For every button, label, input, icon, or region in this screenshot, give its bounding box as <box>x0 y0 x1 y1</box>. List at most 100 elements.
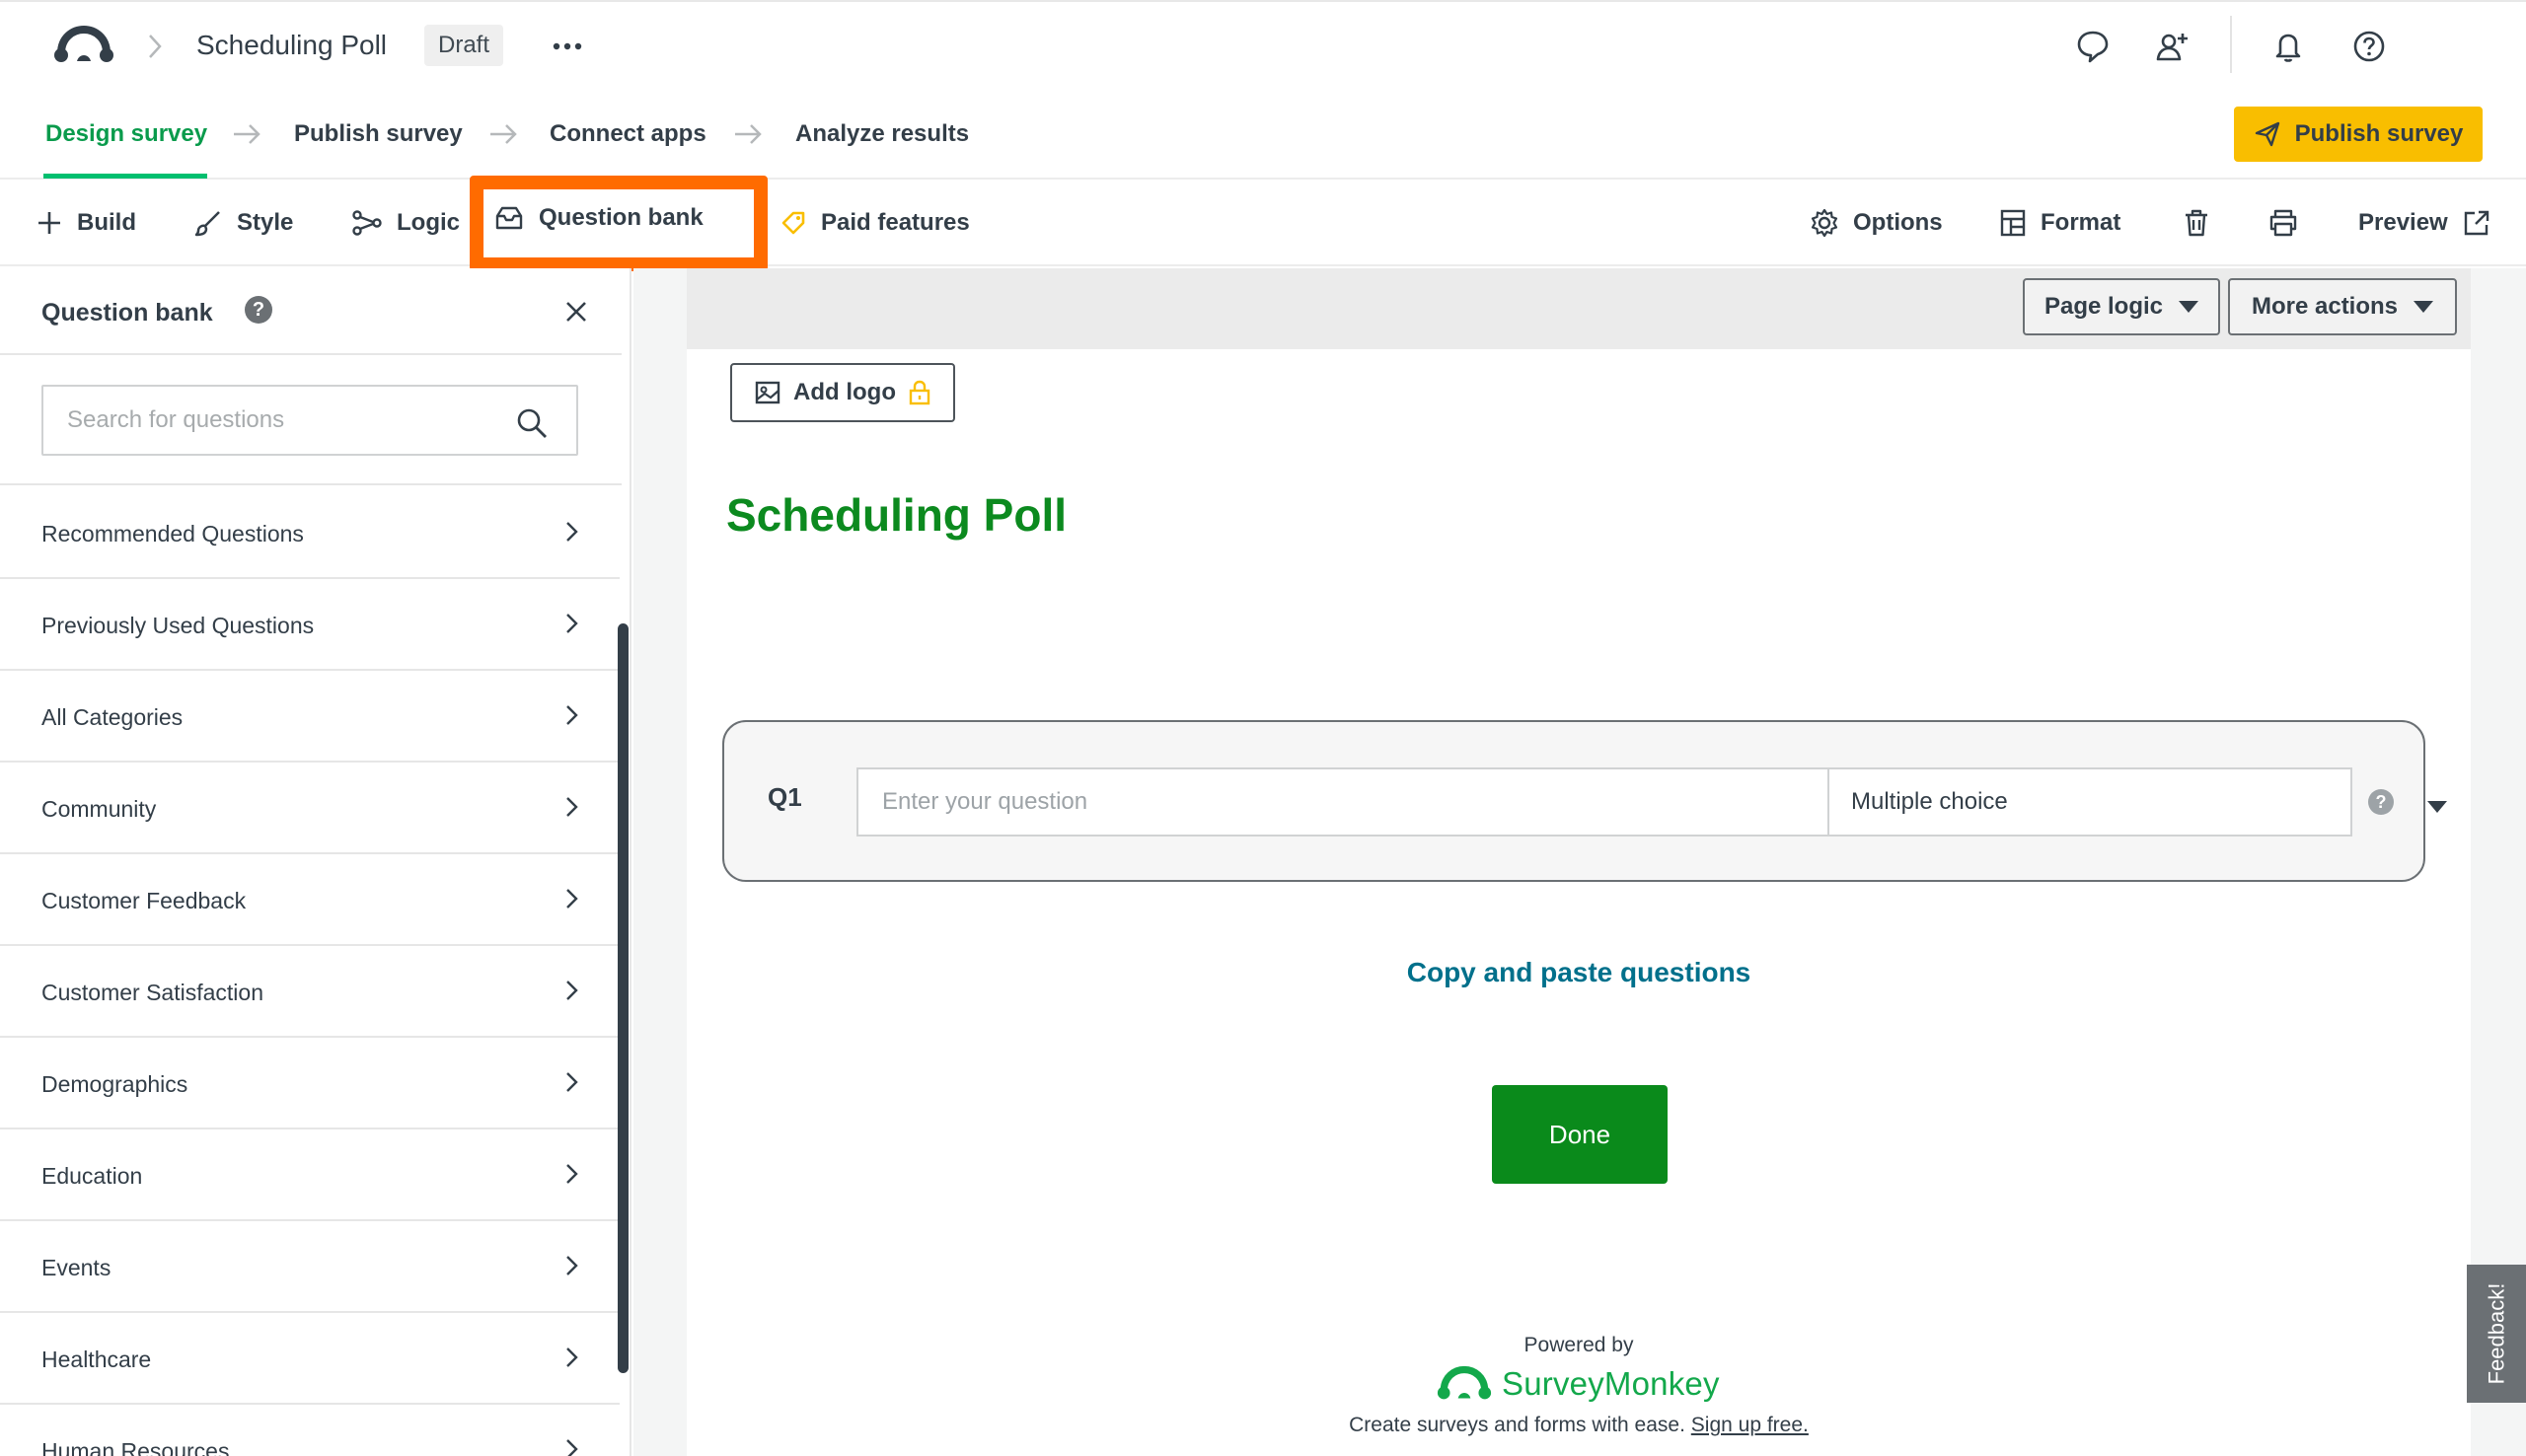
page-logic-dropdown[interactable]: Page logic <box>2023 278 2220 335</box>
category-item[interactable]: Healthcare <box>0 1313 620 1405</box>
help-icon[interactable] <box>2350 28 2388 65</box>
category-label: All Categories <box>41 704 184 730</box>
surveymonkey-logo-icon[interactable] <box>53 24 114 67</box>
category-item[interactable]: Customer Feedback <box>0 854 620 946</box>
surveymonkey-brand[interactable]: SurveyMonkey <box>1437 1359 1723 1409</box>
question-text-input[interactable] <box>856 767 1827 837</box>
bell-icon[interactable] <box>2269 28 2307 65</box>
category-item[interactable]: Community <box>0 763 620 854</box>
category-label: Events <box>41 1255 111 1280</box>
chevron-right-icon <box>562 519 582 545</box>
options-label: Options <box>1853 209 1943 236</box>
chevron-right-icon <box>562 702 582 728</box>
copy-paste-questions-link[interactable]: Copy and paste questions <box>1184 953 1973 992</box>
editor-toolbar: Build Style Logic Paid features Options … <box>0 182 2526 266</box>
step-analyze-results[interactable]: Analyze results <box>795 114 969 154</box>
paid-features-tab[interactable]: Paid features <box>780 201 970 245</box>
category-item[interactable]: Education <box>0 1129 620 1221</box>
feedback-tab[interactable]: Feedback! <box>2467 1265 2526 1403</box>
status-badge: Draft <box>424 25 504 66</box>
question-type-select[interactable]: Multiple choice <box>1827 767 2447 837</box>
paintbrush-icon <box>194 211 220 237</box>
lock-icon <box>909 380 930 405</box>
category-item[interactable]: Human Resources <box>0 1405 620 1456</box>
category-label: Customer Feedback <box>41 888 247 913</box>
logic-tab[interactable]: Logic <box>351 201 460 245</box>
category-item[interactable]: Customer Satisfaction <box>0 946 620 1038</box>
powered-by-text: Powered by <box>1523 1334 1634 1356</box>
survey-title[interactable]: Scheduling Poll <box>196 26 387 65</box>
print-icon[interactable] <box>2267 201 2299 245</box>
publish-survey-button[interactable]: Publish survey <box>2234 107 2483 162</box>
question-bank-panel: Question bank ? Recommended Questions Pr… <box>0 268 632 1456</box>
question-search-input[interactable] <box>41 385 578 456</box>
external-link-icon <box>2464 210 2489 236</box>
logic-branch-icon <box>352 210 382 236</box>
step-publish-survey[interactable]: Publish survey <box>294 114 463 154</box>
done-button[interactable]: Done <box>1492 1085 1668 1184</box>
chevron-right-icon <box>562 1345 582 1370</box>
question-bank-tab[interactable]: Question bank <box>470 176 768 271</box>
format-label: Format <box>2041 209 2121 236</box>
category-item[interactable]: Previously Used Questions <box>0 579 620 671</box>
inbox-icon <box>495 206 523 230</box>
question-bank-label: Question bank <box>539 204 704 231</box>
add-logo-label: Add logo <box>793 379 896 405</box>
chevron-right-icon <box>562 886 582 911</box>
trash-icon[interactable] <box>2183 201 2210 245</box>
more-actions-label: More actions <box>2251 293 2399 320</box>
options-button[interactable]: Options <box>1810 201 1943 245</box>
build-tab[interactable]: Build <box>36 201 136 245</box>
style-label: Style <box>237 209 294 236</box>
logic-label: Logic <box>397 209 460 236</box>
style-tab[interactable]: Style <box>193 201 293 245</box>
question-bank-tab-content: Question bank <box>493 196 704 240</box>
question-type-value: Multiple choice <box>1851 788 2008 815</box>
question-help-icon[interactable]: ? <box>2368 789 2394 815</box>
panel-header: Question bank ? <box>0 268 622 355</box>
tag-icon <box>781 211 805 235</box>
add-logo-button[interactable]: Add logo <box>730 363 955 422</box>
close-icon[interactable] <box>562 298 590 326</box>
panel-title: Question bank <box>41 299 213 327</box>
category-label: Previously Used Questions <box>41 613 315 638</box>
question-number: Q1 <box>768 782 802 812</box>
category-item[interactable]: Events <box>0 1221 620 1313</box>
surveymonkey-logo-icon <box>1437 1365 1492 1400</box>
layout-icon <box>2000 209 2026 237</box>
category-label: Human Resources <box>41 1438 230 1456</box>
help-icon[interactable]: ? <box>245 296 272 324</box>
sign-up-link[interactable]: Sign up free. <box>1691 1414 1809 1436</box>
brand-name: SurveyMonkey <box>1502 1365 1720 1402</box>
category-item[interactable]: Recommended Questions <box>0 487 620 579</box>
canvas-gutter-left <box>633 268 687 1456</box>
survey-heading[interactable]: Scheduling Poll <box>726 485 1067 545</box>
category-label: Customer Satisfaction <box>41 980 263 1005</box>
category-item[interactable]: Demographics <box>0 1038 620 1129</box>
preview-button[interactable]: Preview <box>2358 201 2491 245</box>
arrow-right-icon <box>732 120 764 148</box>
step-connect-apps[interactable]: Connect apps <box>550 114 706 154</box>
chevron-right-icon <box>562 1253 582 1278</box>
plus-icon <box>38 212 60 234</box>
chevron-right-icon <box>562 611 582 636</box>
add-user-icon[interactable] <box>2153 28 2191 65</box>
comment-icon[interactable] <box>2074 28 2112 65</box>
footer-tagline: Create surveys and forms with ease. Sign… <box>1184 1411 1973 1440</box>
category-list: Recommended Questions Previously Used Qu… <box>0 487 620 1456</box>
more-actions-dropdown[interactable]: More actions <box>2228 278 2457 335</box>
category-label: Recommended Questions <box>41 521 304 546</box>
page-logic-label: Page logic <box>2043 293 2164 320</box>
step-design-survey[interactable]: Design survey <box>45 114 207 154</box>
category-item[interactable]: All Categories <box>0 671 620 763</box>
arrow-right-icon <box>487 120 519 148</box>
caret-down-icon <box>2414 301 2434 313</box>
chevron-right-icon <box>562 1436 582 1456</box>
chevron-right-icon <box>562 1069 582 1095</box>
panel-scrollbar[interactable] <box>618 623 629 1373</box>
chevron-right-icon <box>144 32 166 61</box>
more-options-icon[interactable] <box>551 32 584 61</box>
format-button[interactable]: Format <box>1999 201 2120 245</box>
search-icon[interactable] <box>515 406 549 440</box>
category-label: Healthcare <box>41 1347 152 1372</box>
